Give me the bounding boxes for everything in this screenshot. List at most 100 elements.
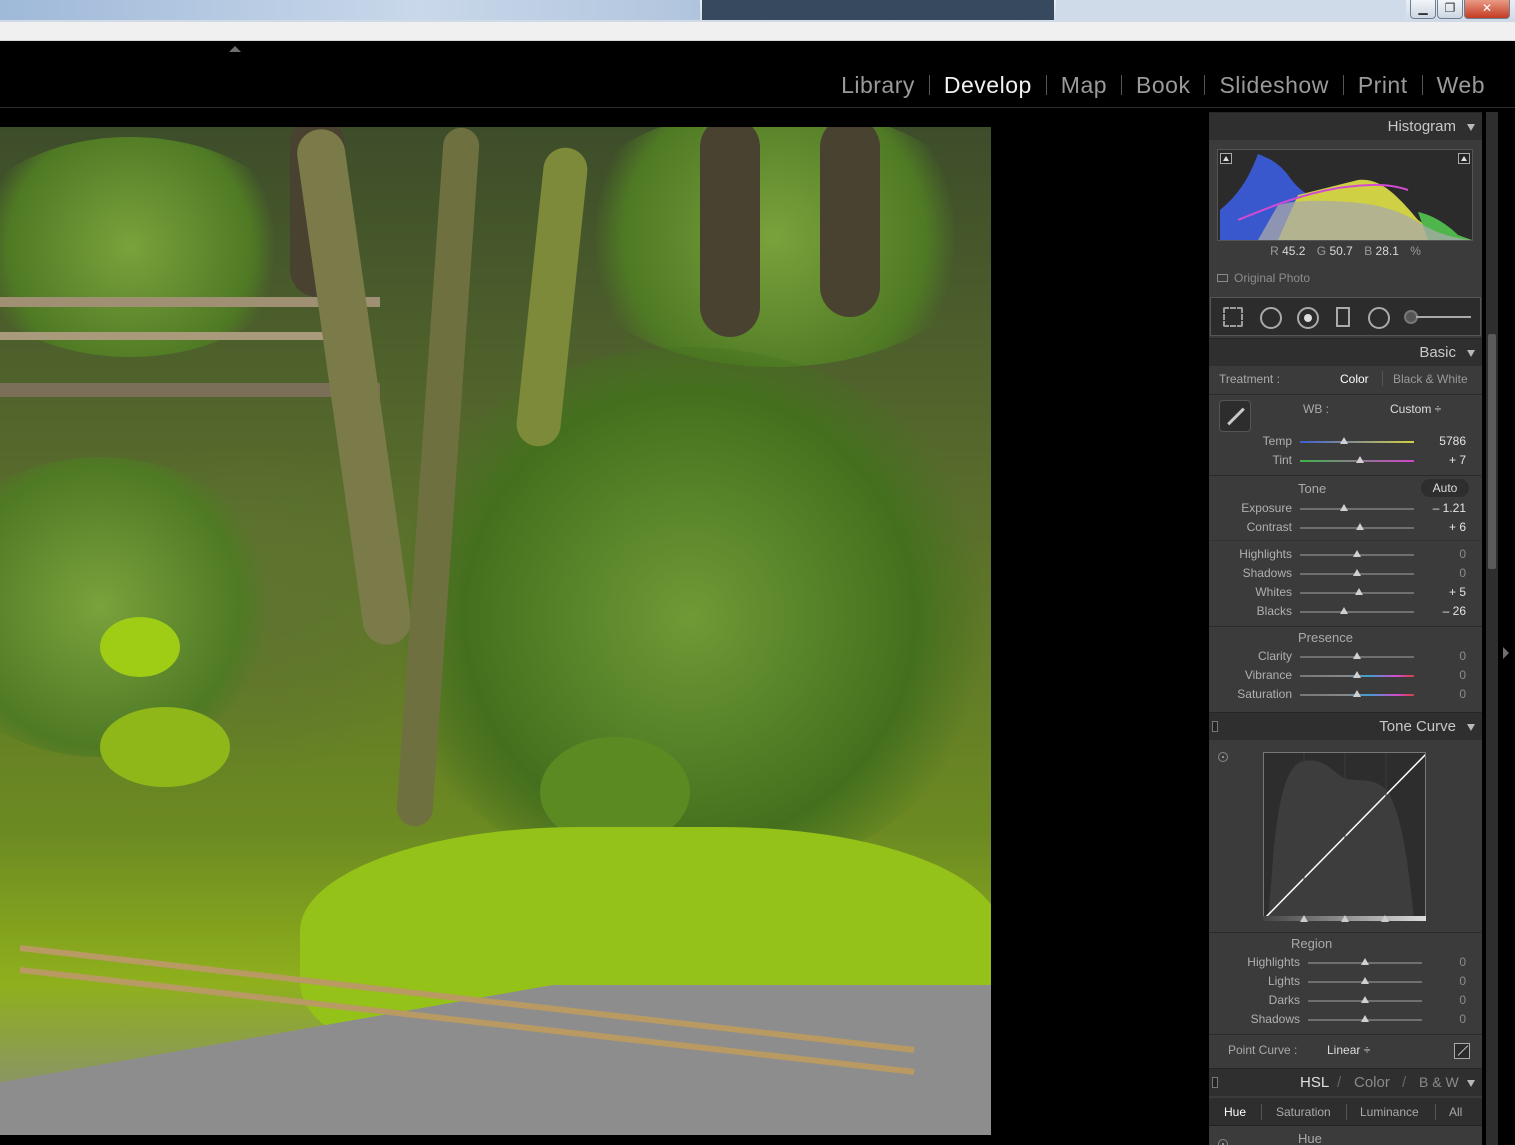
tab-saturation[interactable]: Saturation	[1276, 1105, 1331, 1119]
saturation-value[interactable]: 0	[1409, 687, 1466, 701]
tone-curve-header[interactable]: Tone Curve	[1209, 712, 1482, 740]
clarity-value[interactable]: 0	[1409, 649, 1466, 663]
hsl-title[interactable]: HSL	[1300, 1074, 1329, 1091]
vibrance-slider-thumb[interactable]	[1353, 671, 1361, 678]
blacks-value[interactable]: – 26	[1409, 604, 1466, 618]
target-adjustment-icon[interactable]	[1218, 752, 1228, 762]
close-button[interactable]: ✕	[1464, 0, 1510, 19]
tab-all[interactable]: All	[1449, 1105, 1462, 1119]
tc-highlights-value[interactable]: 0	[1409, 955, 1466, 969]
spot-removal-icon[interactable]	[1260, 307, 1282, 329]
tc-darks-value[interactable]: 0	[1409, 993, 1466, 1007]
collapse-right-panel-icon[interactable]	[1503, 647, 1509, 659]
contrast-value[interactable]: + 6	[1409, 520, 1466, 534]
temp-slider-thumb[interactable]	[1340, 437, 1349, 444]
module-web[interactable]: Web	[1423, 71, 1499, 99]
basic-header[interactable]: Basic	[1209, 338, 1482, 366]
clarity-slider-thumb[interactable]	[1353, 652, 1361, 659]
highlights-split-handle[interactable]	[1381, 915, 1389, 922]
whites-value[interactable]: + 5	[1409, 585, 1466, 599]
tc-shadows-slider-thumb[interactable]	[1361, 1015, 1369, 1022]
contrast-slider-thumb[interactable]	[1356, 523, 1365, 530]
color-slash: /	[1402, 1074, 1407, 1091]
temp-value[interactable]: 5786	[1409, 434, 1466, 448]
module-picker: Library Develop Map Book Slideshow Print…	[0, 41, 1515, 108]
midtones-split-handle[interactable]	[1341, 915, 1349, 922]
graduated-filter-icon[interactable]	[1336, 307, 1350, 327]
taskbar-blur-mid	[702, 0, 1054, 20]
shadows-slider-thumb[interactable]	[1353, 569, 1361, 576]
shadows-split-handle[interactable]	[1300, 915, 1308, 922]
saturation-slider-thumb[interactable]	[1353, 690, 1361, 697]
tone-curve-graph[interactable]	[1263, 752, 1426, 918]
treatment-bw-option[interactable]: Black & White	[1393, 372, 1468, 386]
panel-switch-icon[interactable]	[1212, 1077, 1218, 1088]
brush-line	[1416, 316, 1471, 318]
module-develop[interactable]: Develop	[930, 71, 1046, 99]
hsl-header[interactable]: HSL / Color / B & W	[1209, 1068, 1482, 1096]
exposure-value[interactable]: – 1.21	[1409, 501, 1466, 515]
panel-switch-icon[interactable]	[1212, 721, 1218, 732]
module-library[interactable]: Library	[827, 71, 929, 99]
crop-overlay-icon[interactable]	[1223, 307, 1243, 327]
target-adjustment-icon[interactable]	[1218, 1139, 1228, 1145]
color-title[interactable]: Color	[1354, 1074, 1390, 1091]
tab-separator	[1435, 1104, 1436, 1120]
tab-luminance[interactable]: Luminance	[1360, 1105, 1419, 1119]
tab-hue[interactable]: Hue	[1224, 1105, 1246, 1119]
whites-slider-thumb[interactable]	[1355, 588, 1364, 595]
red-eye-correction-icon[interactable]	[1297, 307, 1319, 329]
tc-highlights-slider-thumb[interactable]	[1361, 958, 1369, 965]
module-print[interactable]: Print	[1344, 71, 1422, 99]
collapse-top-panel-icon[interactable]	[229, 46, 241, 52]
tint-value[interactable]: + 7	[1409, 453, 1466, 467]
blacks-slider-track[interactable]	[1300, 611, 1414, 613]
tc-darks-slider-thumb[interactable]	[1361, 996, 1369, 1003]
tint-slider-thumb[interactable]	[1356, 456, 1365, 463]
g-value: 50.7	[1329, 244, 1353, 258]
auto-tone-button[interactable]: Auto	[1421, 479, 1469, 497]
module-slideshow[interactable]: Slideshow	[1205, 71, 1342, 99]
histogram-graph[interactable]	[1217, 149, 1473, 241]
histogram-header[interactable]: Histogram	[1209, 112, 1482, 140]
checkbox-icon[interactable]	[1217, 274, 1228, 282]
eyedropper-icon[interactable]	[1219, 400, 1251, 432]
tc-lights-value[interactable]: 0	[1409, 974, 1466, 988]
shadows-value[interactable]: 0	[1409, 566, 1466, 580]
tc-lights-slider-thumb[interactable]	[1361, 977, 1369, 984]
vibrance-label: Vibrance	[1244, 668, 1292, 682]
collapse-triangle-icon[interactable]	[1467, 350, 1475, 357]
minimize-button[interactable]: ▁	[1410, 0, 1436, 19]
original-photo-checkbox[interactable]: Original Photo	[1217, 271, 1310, 285]
temp-slider-track[interactable]	[1300, 441, 1414, 443]
collapse-triangle-icon[interactable]	[1467, 124, 1475, 131]
collapse-triangle-icon[interactable]	[1467, 724, 1475, 731]
photo-preview[interactable]	[0, 127, 991, 1135]
shadow-clipping-indicator[interactable]	[1220, 153, 1232, 164]
radial-filter-icon[interactable]	[1368, 307, 1390, 329]
tc-shadows-value[interactable]: 0	[1409, 1012, 1466, 1026]
collapse-triangle-icon[interactable]	[1467, 1080, 1475, 1087]
highlights-slider-thumb[interactable]	[1353, 550, 1361, 557]
image-canvas[interactable]	[0, 109, 1205, 1145]
point-curve-edit-icon[interactable]	[1454, 1043, 1470, 1059]
taskbar-blur-right	[1056, 0, 1406, 20]
module-map[interactable]: Map	[1047, 71, 1121, 99]
temp-label: Temp	[1262, 434, 1292, 448]
highlight-clipping-indicator[interactable]	[1458, 153, 1470, 164]
blacks-slider-thumb[interactable]	[1340, 607, 1349, 614]
restore-button[interactable]: ❐	[1437, 0, 1463, 19]
adjustment-brush-icon[interactable]	[1404, 307, 1471, 327]
scrollbar-thumb[interactable]	[1488, 334, 1496, 569]
tab-separator	[1346, 1104, 1347, 1120]
treatment-color-option[interactable]: Color	[1340, 372, 1369, 386]
vibrance-value[interactable]: 0	[1409, 668, 1466, 682]
exposure-slider-thumb[interactable]	[1340, 504, 1349, 511]
panel-scrollbar[interactable]	[1486, 112, 1498, 1145]
bw-title[interactable]: B & W	[1419, 1074, 1459, 1090]
point-curve-select[interactable]: Linear ÷	[1327, 1043, 1370, 1057]
module-book[interactable]: Book	[1122, 71, 1204, 99]
wb-select[interactable]: Custom ÷	[1390, 402, 1441, 416]
exposure-slider-track[interactable]	[1300, 508, 1414, 510]
highlights-value[interactable]: 0	[1409, 547, 1466, 561]
